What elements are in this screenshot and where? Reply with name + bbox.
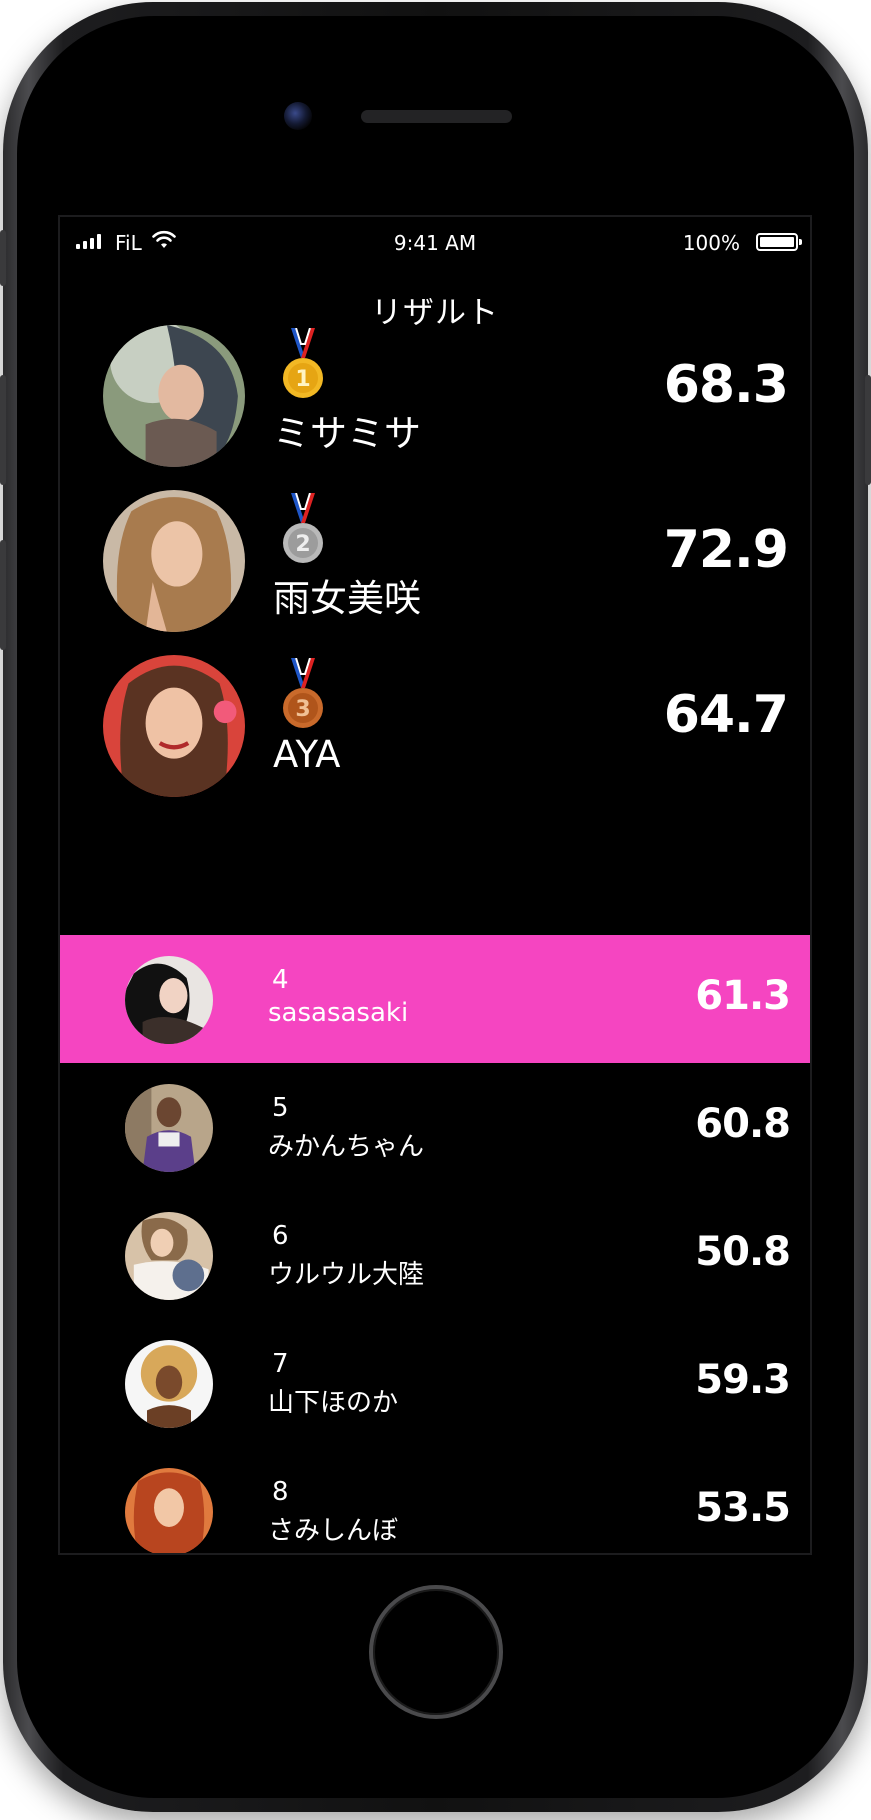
volume-down-button bbox=[0, 540, 6, 650]
rank-number: 5 bbox=[272, 1093, 289, 1123]
player-name: sasasasaki bbox=[268, 998, 409, 1028]
player-name: ウルウル大陸 bbox=[268, 1260, 425, 1290]
battery-icon bbox=[756, 233, 802, 251]
avatar bbox=[125, 956, 213, 1044]
avatar bbox=[125, 1468, 213, 1553]
status-bar: FiL 9:41 AM 100% bbox=[60, 217, 810, 267]
avatar bbox=[125, 1340, 213, 1428]
avatar bbox=[125, 1084, 213, 1172]
volume-up-button bbox=[0, 375, 6, 485]
bronze-medal-icon: 3 bbox=[283, 658, 323, 728]
player-name: さみしんぼ bbox=[268, 1516, 399, 1546]
ranking-row[interactable]: 8 さみしんぼ 53.5 bbox=[60, 1447, 810, 1553]
front-camera bbox=[284, 102, 312, 130]
top-rank-row[interactable]: 1 ミサミサ 68.3 bbox=[60, 305, 810, 467]
rank-number: 6 bbox=[272, 1221, 289, 1251]
ranking-row-current-user[interactable]: 4 sasasasaki 61.3 bbox=[60, 935, 810, 1063]
player-score: 59.3 bbox=[695, 1357, 791, 1403]
rank-number: 7 bbox=[272, 1349, 289, 1379]
player-score: 68.3 bbox=[663, 355, 789, 415]
player-score: 61.3 bbox=[695, 973, 791, 1019]
avatar bbox=[103, 490, 245, 632]
top-rank-row[interactable]: 2 雨女美咲 72.9 bbox=[60, 470, 810, 632]
home-button[interactable] bbox=[369, 1585, 503, 1719]
player-name: 雨女美咲 bbox=[273, 577, 421, 620]
player-score: 60.8 bbox=[695, 1101, 791, 1147]
mute-switch bbox=[0, 230, 6, 286]
ranking-row[interactable]: 5 みかんちゃん 60.8 bbox=[60, 1063, 810, 1191]
rank-number: 8 bbox=[272, 1477, 289, 1507]
player-name: 山下ほのか bbox=[268, 1388, 399, 1418]
svg-text:3: 3 bbox=[295, 697, 310, 722]
power-button bbox=[865, 375, 871, 485]
earpiece-speaker bbox=[361, 110, 512, 123]
player-name: AYA bbox=[273, 733, 341, 776]
silver-medal-icon: 2 bbox=[283, 493, 323, 563]
player-score: 53.5 bbox=[695, 1485, 791, 1531]
avatar bbox=[103, 325, 245, 467]
ranking-row[interactable]: 6 ウルウル大陸 50.8 bbox=[60, 1191, 810, 1319]
player-score: 50.8 bbox=[695, 1229, 791, 1275]
player-name: ミサミサ bbox=[273, 412, 421, 455]
ranking-row[interactable]: 7 山下ほのか 59.3 bbox=[60, 1319, 810, 1447]
rank-number: 4 bbox=[272, 965, 289, 995]
svg-text:1: 1 bbox=[295, 367, 310, 392]
player-name: みかんちゃん bbox=[268, 1132, 425, 1162]
gold-medal-icon: 1 bbox=[283, 328, 323, 398]
app-screen: FiL 9:41 AM 100% リザルト 1 ミサミサ 68.3 2 雨女美咲… bbox=[58, 215, 812, 1555]
avatar bbox=[103, 655, 245, 797]
svg-text:2: 2 bbox=[295, 532, 310, 557]
top-rank-row[interactable]: 3 AYA 64.7 bbox=[60, 635, 810, 797]
avatar bbox=[125, 1212, 213, 1300]
battery-percent: 100% bbox=[682, 231, 740, 255]
player-score: 64.7 bbox=[663, 685, 789, 745]
player-score: 72.9 bbox=[663, 520, 789, 580]
